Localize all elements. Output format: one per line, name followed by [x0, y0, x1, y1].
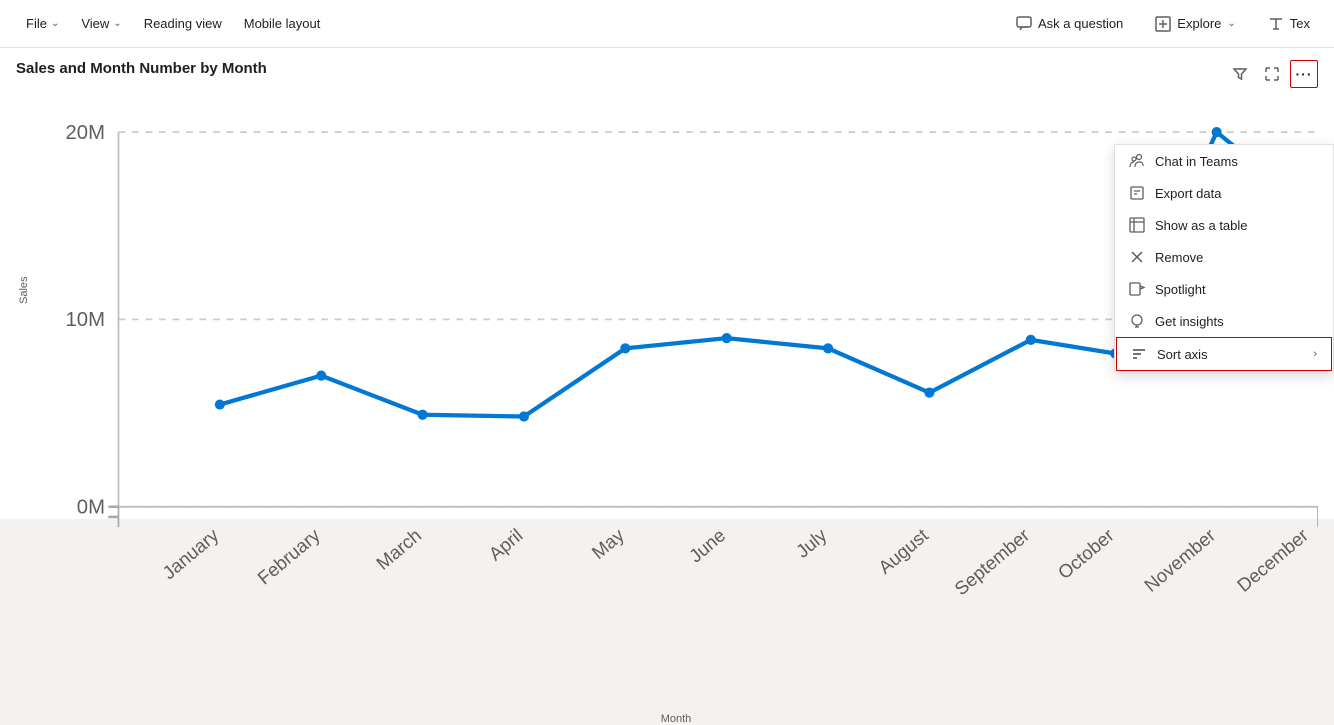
topbar: File ⌄ View ⌄ Reading view Mobile layout…	[0, 0, 1334, 48]
insights-icon	[1129, 313, 1145, 329]
table-icon	[1129, 217, 1145, 233]
svg-text:March: March	[372, 524, 425, 574]
menu-file[interactable]: File ⌄	[16, 12, 69, 35]
chart-title: Sales and Month Number by Month	[16, 60, 1318, 77]
explore-chevron-icon: ⌄	[1227, 18, 1235, 29]
text-button[interactable]: Tex	[1260, 12, 1318, 36]
file-chevron-icon: ⌄	[51, 18, 59, 29]
svg-text:0M: 0M	[77, 496, 105, 518]
dropdown-show-as-table[interactable]: Show as a table	[1115, 209, 1333, 241]
svg-text:May: May	[588, 524, 629, 563]
menu-reading-view[interactable]: Reading view	[134, 12, 232, 35]
sort-axis-chevron-icon: ›	[1313, 348, 1317, 360]
text-format-icon	[1268, 16, 1284, 32]
chart-area: Sales and Month Number by Month ··· Sale…	[0, 48, 1334, 519]
svg-text:February: February	[253, 524, 324, 589]
ask-question-button[interactable]: Ask a question	[1008, 12, 1131, 36]
explore-icon	[1155, 16, 1171, 32]
chat-icon	[1016, 16, 1032, 32]
y-axis-label: Sales	[16, 81, 32, 500]
teams-icon	[1129, 153, 1145, 169]
x-axis-label: Month	[34, 711, 1318, 725]
view-chevron-icon: ⌄	[113, 18, 121, 29]
dropdown-get-insights[interactable]: Get insights	[1115, 305, 1333, 337]
topbar-menu: File ⌄ View ⌄ Reading view Mobile layout	[16, 12, 330, 35]
svg-text:August: August	[874, 524, 932, 578]
topbar-right: Ask a question Explore ⌄ Tex	[1008, 12, 1318, 36]
filter-icon	[1232, 66, 1248, 82]
svg-text:November: November	[1140, 524, 1219, 596]
svg-text:September: September	[950, 524, 1033, 599]
dropdown-remove[interactable]: Remove	[1115, 241, 1333, 273]
svg-text:April: April	[485, 524, 527, 564]
expand-icon	[1264, 66, 1280, 82]
explore-button[interactable]: Explore ⌄	[1147, 12, 1243, 36]
menu-view[interactable]: View ⌄	[71, 12, 131, 35]
sort-axis-icon	[1131, 346, 1147, 362]
dropdown-sort-axis[interactable]: Sort axis ›	[1116, 337, 1332, 371]
dropdown-export-data[interactable]: Export data	[1115, 177, 1333, 209]
svg-text:October: October	[1054, 524, 1118, 583]
svg-text:20M: 20M	[66, 122, 105, 144]
svg-text:July: July	[792, 524, 831, 562]
spotlight-icon	[1129, 281, 1145, 297]
svg-text:December: December	[1233, 524, 1312, 596]
export-icon	[1129, 185, 1145, 201]
menu-mobile-layout[interactable]: Mobile layout	[234, 12, 331, 35]
main-area: Sales and Month Number by Month ··· Sale…	[0, 48, 1334, 519]
svg-text:January: January	[158, 524, 223, 583]
dropdown-spotlight[interactable]: Spotlight	[1115, 273, 1333, 305]
svg-text:June: June	[685, 524, 729, 566]
svg-text:10M: 10M	[66, 309, 105, 331]
remove-icon	[1129, 249, 1145, 265]
dropdown-chat-in-teams[interactable]: Chat in Teams	[1115, 145, 1333, 177]
dropdown-menu: Chat in Teams Export data Show	[1114, 144, 1334, 372]
